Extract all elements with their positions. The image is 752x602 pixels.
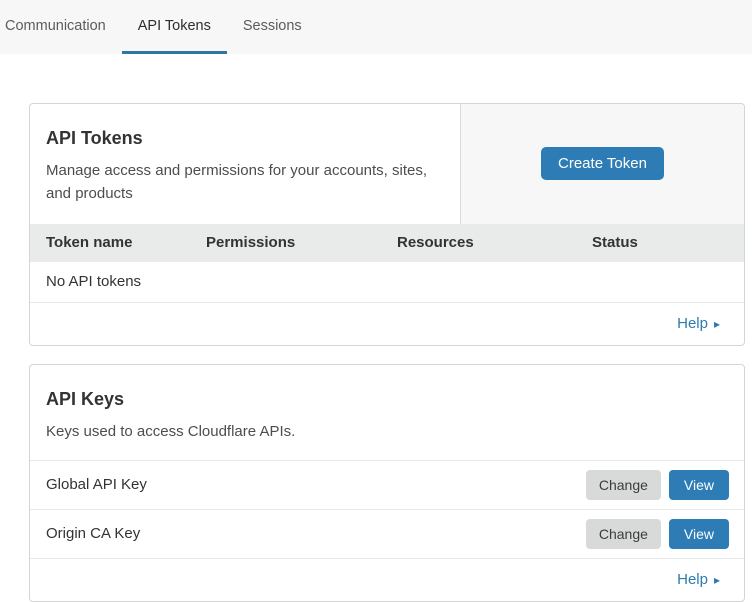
origin-ca-key-view-button[interactable]: View — [669, 519, 729, 549]
global-api-key-view-button[interactable]: View — [669, 470, 729, 500]
api-keys-card-header: API Keys Keys used to access Cloudflare … — [30, 365, 744, 461]
tab-sessions[interactable]: Sessions — [227, 0, 318, 54]
token-table-empty-row: No API tokens — [30, 262, 744, 303]
help-link-label: Help — [677, 571, 708, 588]
column-header-token-name: Token name — [46, 234, 206, 251]
global-api-key-actions: Change View — [586, 470, 729, 500]
api-tokens-card-header: API Tokens Manage access and permissions… — [30, 104, 744, 224]
global-api-key-label: Global API Key — [46, 476, 586, 493]
api-tokens-title: API Tokens — [46, 128, 440, 149]
api-tokens-card-header-text: API Tokens Manage access and permissions… — [30, 104, 460, 224]
api-tokens-help-link[interactable]: Help ▸ — [677, 315, 720, 332]
api-keys-description: Keys used to access Cloudflare APIs. — [46, 420, 431, 443]
column-header-status: Status — [592, 234, 744, 251]
global-api-key-change-button[interactable]: Change — [586, 470, 661, 500]
help-arrow-icon: ▸ — [714, 317, 720, 330]
global-api-key-row: Global API Key Change View — [30, 461, 744, 510]
api-keys-help-row: Help ▸ — [30, 559, 744, 601]
api-tokens-card: API Tokens Manage access and permissions… — [29, 103, 745, 346]
tab-communication[interactable]: Communication — [0, 0, 122, 54]
tab-bar: Communication API Tokens Sessions — [0, 0, 752, 54]
create-token-button[interactable]: Create Token — [541, 147, 664, 180]
api-keys-card: API Keys Keys used to access Cloudflare … — [29, 364, 745, 602]
origin-ca-key-row: Origin CA Key Change View — [30, 510, 744, 559]
origin-ca-key-label: Origin CA Key — [46, 525, 586, 542]
column-header-permissions: Permissions — [206, 234, 397, 251]
help-arrow-icon: ▸ — [714, 573, 720, 586]
origin-ca-key-change-button[interactable]: Change — [586, 519, 661, 549]
origin-ca-key-actions: Change View — [586, 519, 729, 549]
api-keys-help-link[interactable]: Help ▸ — [677, 571, 720, 588]
empty-tokens-message: No API tokens — [46, 273, 141, 290]
help-link-label: Help — [677, 315, 708, 332]
tab-api-tokens[interactable]: API Tokens — [122, 0, 227, 54]
main-content: API Tokens Manage access and permissions… — [29, 103, 745, 602]
token-table-header: Token name Permissions Resources Status — [30, 224, 744, 262]
api-tokens-description: Manage access and permissions for your a… — [46, 159, 431, 206]
column-header-resources: Resources — [397, 234, 592, 251]
api-tokens-help-row: Help ▸ — [30, 303, 744, 345]
api-keys-title: API Keys — [46, 389, 724, 410]
api-tokens-card-action-area: Create Token — [460, 104, 744, 224]
